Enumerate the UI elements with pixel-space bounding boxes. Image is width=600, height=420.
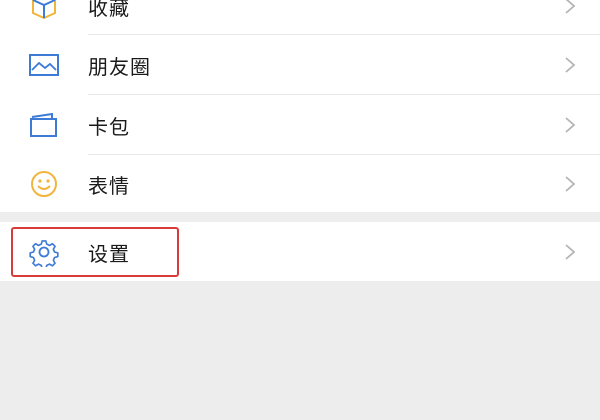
menu-item-label: 朋友圈 (88, 54, 151, 79)
highlight-box (11, 227, 179, 277)
sticker-smiley-icon (28, 168, 60, 200)
menu-item-moments[interactable]: 朋友圈 (0, 35, 600, 95)
chevron-right-icon (565, 244, 576, 260)
menu-item-label: 收藏 (88, 0, 130, 20)
menu-item-label: 卡包 (88, 114, 130, 139)
chevron-right-icon (565, 117, 576, 133)
favorites-cube-icon (28, 0, 60, 22)
chevron-right-icon (565, 57, 576, 73)
menu-item-label: 表情 (88, 173, 130, 198)
menu-item-favorites[interactable]: 收藏 (0, 0, 600, 36)
moments-picture-icon (28, 49, 60, 81)
chevron-right-icon (565, 0, 576, 14)
menu-group-primary: 收藏 朋友圈 卡包 表情 (0, 0, 600, 212)
card-wallet-icon (28, 109, 60, 141)
menu-item-card-wallet[interactable]: 卡包 (0, 95, 600, 155)
chevron-right-icon (565, 176, 576, 192)
menu-item-stickers[interactable]: 表情 (0, 154, 600, 214)
